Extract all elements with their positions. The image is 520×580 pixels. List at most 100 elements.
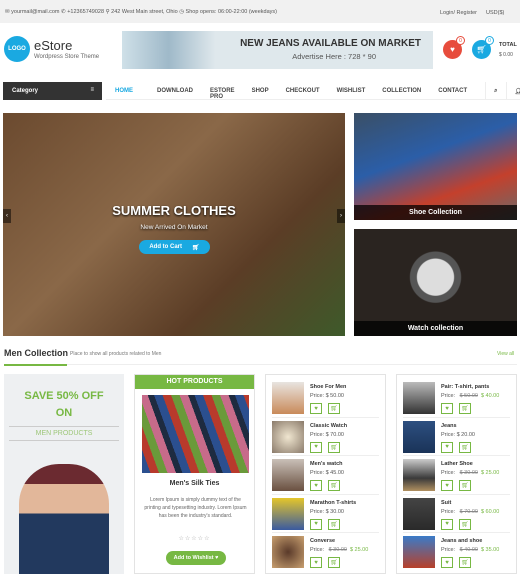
hero-slider[interactable]: ‹ › SUMMER CLOTHES New Arrived On Market… [3, 113, 345, 336]
product-sale-price: $ 25.00 [480, 470, 500, 476]
logo[interactable]: LOGO [4, 36, 30, 62]
nav-checkout[interactable]: CHECKOUT [286, 82, 320, 99]
hours-text: Shop opens: 06:00-22:00 (weekdays) [185, 9, 277, 15]
login-register-link[interactable]: Login/ Register [440, 10, 477, 16]
product-thumbnail[interactable] [272, 459, 304, 491]
phone-text: +12365749028 [67, 9, 105, 15]
nav-home[interactable]: HOME [115, 82, 133, 99]
product-name[interactable]: Classic Watch [310, 423, 347, 429]
view-all-link[interactable]: View all [497, 351, 514, 357]
contact-info: ✉ yourmail@mail.com ✆ +12365749028 ⚲ 242… [5, 9, 277, 15]
section-subtitle: Place to show all products related to Me… [70, 351, 162, 357]
search-icon[interactable]: ⌕ [485, 82, 498, 99]
section-divider [4, 364, 517, 365]
product-thumbnail[interactable] [403, 420, 435, 453]
nav-download[interactable]: DOWNLOAD [157, 82, 193, 99]
add-to-cart-icon[interactable]: 🛒︎ [459, 518, 471, 530]
cart-icon: 🛒︎ [476, 45, 487, 54]
product-price: $ 20.00 [456, 431, 475, 438]
add-to-cart-icon[interactable]: 🛒︎ [328, 480, 340, 491]
add-to-cart-icon[interactable]: 🛒︎ [328, 441, 340, 453]
price-label: Price: [441, 547, 456, 553]
product-description: Lorem Ipsum is simply dummy text of the … [144, 497, 247, 519]
promo-line2: ON [55, 407, 73, 419]
product-name[interactable]: Marathon T-shirts [310, 500, 356, 506]
wishlist-heart-icon[interactable]: ♥ [441, 518, 453, 530]
product-old-price: $ 40.00 [459, 547, 478, 553]
hot-products-header: HOT PRODUCTS [135, 375, 254, 389]
banner-title: NEW JEANS AVAILABLE ON MARKET [240, 38, 421, 49]
add-to-cart-icon[interactable]: 🛒︎ [328, 403, 340, 414]
list-item: Men's watch Price: $ 45.00 ♥ 🛒︎ [272, 456, 379, 495]
product-name[interactable]: Men's Silk Ties [135, 480, 254, 487]
price-label: Price: [310, 547, 325, 553]
wishlist-heart-icon[interactable]: ♥ [441, 441, 453, 453]
product-name[interactable]: Men's watch [310, 461, 342, 467]
product-thumbnail[interactable] [272, 536, 304, 568]
section-title: Men Collection [4, 348, 69, 358]
product-name[interactable]: Shoe For Men [310, 384, 346, 390]
watch-collection-banner[interactable]: Watch collection [354, 229, 517, 336]
price-label: Price: [310, 470, 325, 476]
shoe-collection-banner[interactable]: Shoe Collection [354, 113, 517, 220]
product-name[interactable]: Jeans and shoe [441, 538, 482, 544]
add-to-cart-label: Add to Cart [149, 244, 183, 250]
product-thumbnail[interactable] [403, 382, 435, 414]
add-to-cart-icon[interactable]: 🛒︎ [459, 403, 471, 414]
nav-wishlist[interactable]: WISHLIST [337, 82, 366, 99]
product-old-price: $ 30.00 [459, 470, 478, 476]
product-thumbnail[interactable] [272, 497, 304, 530]
list-item: Converse Price: $ 30.00 $ 25.00 ♥ 🛒︎ [272, 533, 379, 572]
category-menu-button[interactable]: Category ≡ [3, 82, 102, 100]
site-title[interactable]: eStore [34, 38, 72, 53]
product-thumbnail[interactable] [272, 382, 304, 414]
wishlist-heart-icon[interactable]: ♥ [310, 441, 322, 453]
nav-collection[interactable]: COLLECTION [382, 82, 421, 99]
add-to-cart-icon[interactable]: 🛒︎ [459, 480, 471, 491]
nav-estore-pro[interactable]: ESTORE PRO [210, 82, 235, 100]
nav-contact[interactable]: CONTACT [438, 82, 467, 99]
wishlist-heart-icon[interactable]: ♥ [441, 480, 453, 491]
price-label: Price: [441, 431, 456, 438]
wishlist-heart-icon[interactable]: ♥ [441, 557, 453, 568]
price-label: Price: [310, 431, 325, 438]
product-thumbnail[interactable] [403, 459, 435, 491]
promo-banner[interactable]: SAVE 50% OFF ON MEN PRODUCTS [4, 374, 124, 574]
product-thumbnail[interactable] [403, 497, 435, 530]
add-to-wishlist-button[interactable]: Add to Wishlist ♥ [166, 551, 226, 565]
list-item: Shoe For Men Price: $ 50.00 ♥ 🛒︎ [272, 379, 379, 418]
total-label: TOTAL [499, 42, 517, 48]
product-name[interactable]: Jeans [441, 423, 457, 429]
product-old-price: $ 50.00 [459, 393, 478, 399]
add-to-cart-button[interactable]: Add to Cart 🛒︎ [139, 240, 210, 254]
add-to-cart-icon[interactable]: 🛒︎ [459, 441, 471, 453]
user-icon[interactable]: 👤︎ [505, 82, 520, 99]
product-name[interactable]: Suit [441, 500, 451, 506]
wishlist-heart-icon[interactable]: ♥ [310, 480, 322, 491]
promo-line1: SAVE 50% OFF [24, 390, 104, 402]
product-image[interactable] [142, 395, 249, 473]
product-name[interactable]: Lather Shoe [441, 461, 473, 467]
add-to-cart-icon[interactable]: 🛒︎ [459, 557, 471, 568]
product-thumbnail[interactable] [403, 536, 435, 568]
price-label: Price: [441, 508, 456, 515]
add-to-cart-icon[interactable]: 🛒︎ [328, 557, 340, 568]
heart-icon: ♥ [450, 45, 455, 54]
ad-banner[interactable]: NEW JEANS AVAILABLE ON MARKET Advertise … [122, 31, 433, 69]
wishlist-heart-icon[interactable]: ♥ [310, 518, 322, 530]
currency-selector[interactable]: USD($) [486, 10, 504, 16]
product-name[interactable]: Converse [310, 538, 335, 544]
add-to-cart-icon[interactable]: 🛒︎ [328, 518, 340, 530]
wishlist-heart-icon[interactable]: ♥ [310, 557, 322, 568]
promo-model-image [19, 464, 109, 574]
wishlist-heart-icon[interactable]: ♥ [441, 403, 453, 414]
list-item: Jeans and shoe Price: $ 40.00 $ 35.00 ♥ 🛒… [403, 533, 510, 572]
promo-line3: MEN PRODUCTS [9, 426, 119, 441]
wishlist-heart-icon[interactable]: ♥ [310, 403, 322, 414]
section-underline [4, 364, 67, 366]
product-name[interactable]: Pair: T-shirt, pants [441, 384, 489, 390]
nav-shop[interactable]: SHOP [252, 82, 269, 99]
product-thumbnail[interactable] [272, 420, 304, 453]
product-sale-price: $ 60.00 [480, 508, 500, 515]
cart-count: 0 [485, 36, 494, 45]
